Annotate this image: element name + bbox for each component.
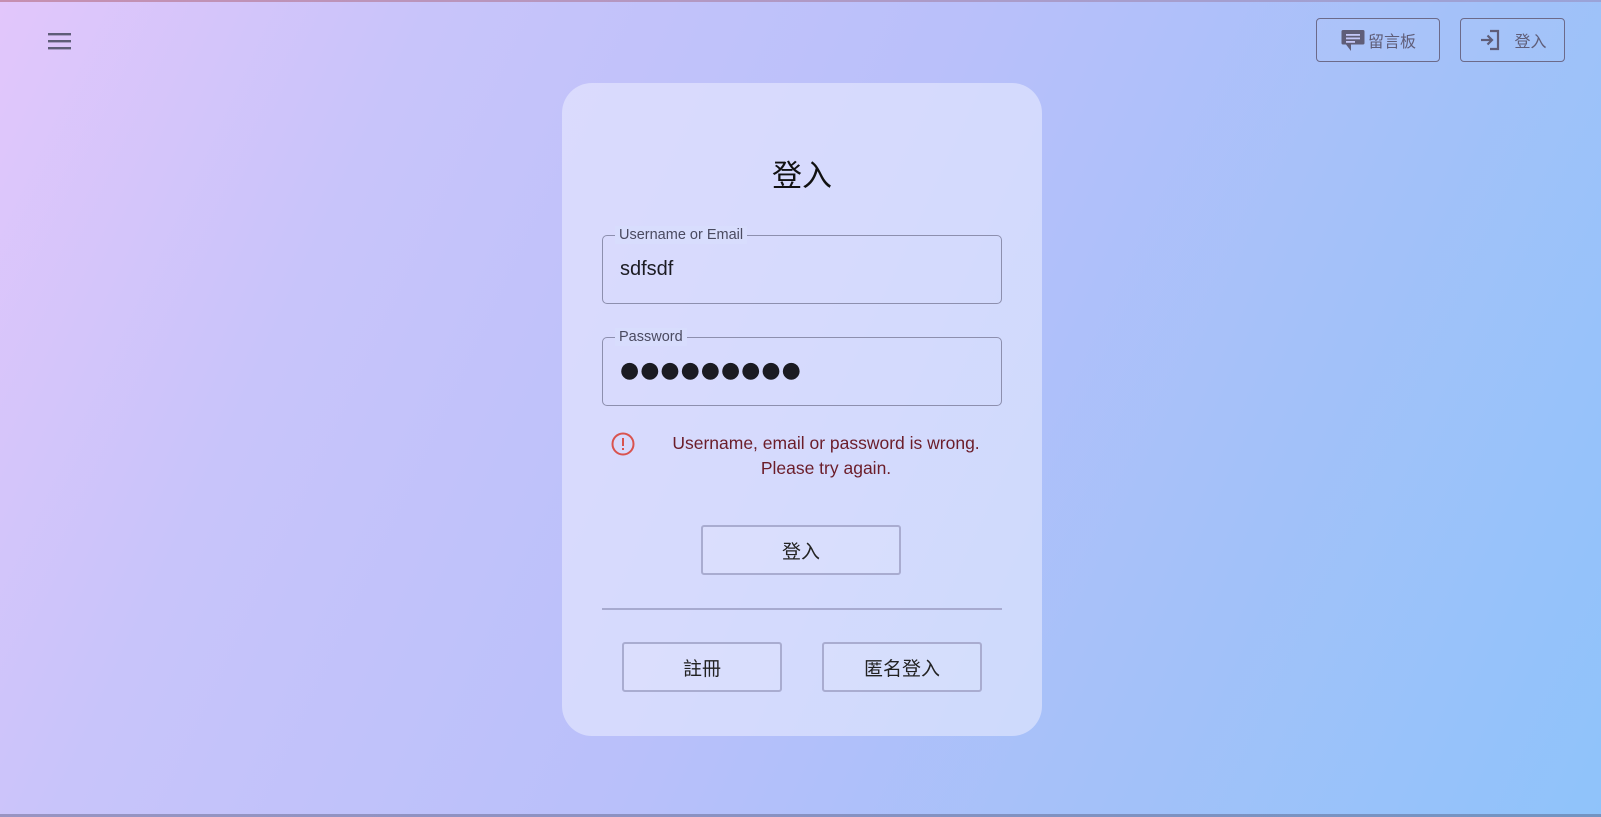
error-text: Username, email or password is wrong. Pl… — [640, 431, 1012, 481]
login-submit-button[interactable]: 登入 — [701, 525, 901, 575]
login-title: 登入 — [772, 159, 832, 194]
hamburger-menu-icon — [48, 33, 71, 50]
top-accent-line — [0, 0, 1601, 2]
message-board-label: 留言板 — [1367, 32, 1416, 51]
username-input[interactable] — [620, 258, 980, 281]
header-login-button[interactable]: 登入 — [1460, 18, 1565, 62]
login-arrow-icon — [1481, 29, 1500, 51]
register-label: 註冊 — [682, 657, 721, 680]
anonymous-login-label: 匿名登入 — [863, 657, 940, 680]
chat-bubble-icon — [1341, 30, 1365, 51]
menu-button[interactable] — [42, 26, 78, 56]
message-board-button[interactable]: 留言板 — [1316, 18, 1440, 62]
register-button[interactable]: 註冊 — [622, 642, 782, 692]
error-line-1: Username, email or password is wrong. — [672, 433, 980, 453]
login-submit-label: 登入 — [781, 540, 820, 563]
password-field[interactable]: Password ●●●●●●●●● — [602, 328, 1002, 406]
divider — [602, 608, 1002, 610]
alert-circle-icon — [611, 432, 635, 456]
header-login-label: 登入 — [1514, 32, 1547, 51]
anonymous-login-button[interactable]: 匿名登入 — [822, 642, 982, 692]
error-line-2: Please try again. — [760, 458, 892, 478]
password-input[interactable]: ●●●●●●●●● — [620, 358, 802, 383]
username-label: Username or Email — [615, 226, 748, 244]
password-label: Password — [615, 328, 687, 346]
username-field[interactable]: Username or Email — [602, 226, 1002, 304]
error-message: Username, email or password is wrong. Pl… — [610, 431, 1002, 483]
login-card: 登入 Username or Email Password ●●●●●●●●● … — [562, 83, 1042, 736]
